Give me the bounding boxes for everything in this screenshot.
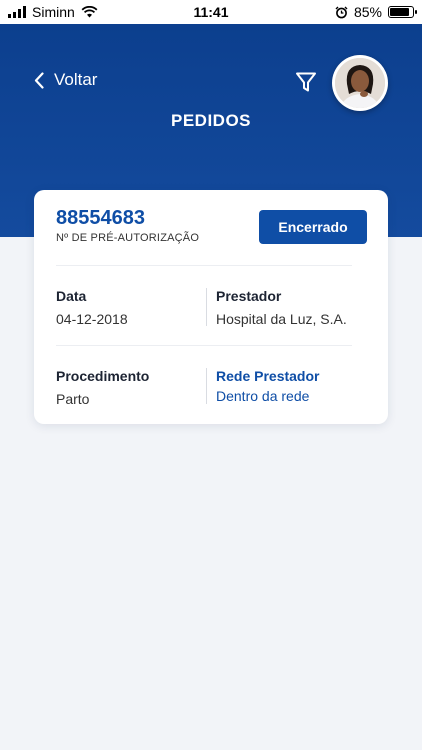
status-button[interactable]: Encerrado: [259, 210, 367, 244]
procedure-label: Procedimento: [56, 368, 150, 384]
date-label: Data: [56, 288, 87, 304]
order-card[interactable]: 88554683 Nº DE PRÉ-AUTORIZAÇÃO Encerrado…: [34, 190, 388, 424]
filter-icon: [296, 72, 316, 92]
filter-button[interactable]: [294, 70, 318, 99]
divider: [56, 345, 352, 346]
order-number: 88554683: [56, 207, 145, 229]
procedure-field: Procedimento Parto: [56, 368, 149, 407]
column-separator: [206, 368, 207, 404]
provider-label: Prestador: [216, 288, 282, 304]
network-field[interactable]: Rede Prestador Dentro da rede: [216, 368, 319, 404]
status-bar: Siminn 11:41 85%: [0, 0, 422, 24]
network-label: Rede Prestador: [216, 368, 320, 384]
date-value: 04-12-2018: [56, 311, 128, 327]
date-field: Data 04-12-2018: [56, 288, 128, 327]
alarm-icon: [335, 6, 348, 18]
battery-percent: 85%: [353, 4, 382, 20]
provider-field: Prestador Hospital da Luz, S.A.: [216, 288, 347, 327]
column-separator: [206, 288, 207, 326]
provider-value: Hospital da Luz, S.A.: [216, 311, 347, 327]
avatar[interactable]: [332, 55, 388, 111]
status-right: 85%: [335, 4, 417, 20]
back-button[interactable]: Voltar: [34, 70, 97, 90]
back-chevron-icon: [34, 71, 44, 89]
procedure-value: Parto: [56, 391, 90, 407]
order-caption: Nº DE PRÉ-AUTORIZAÇÃO: [56, 232, 200, 244]
back-label: Voltar: [54, 70, 98, 89]
avatar-photo: [335, 58, 385, 108]
divider: [56, 265, 352, 266]
page-title: PEDIDOS: [170, 111, 252, 130]
battery-icon: [388, 6, 417, 18]
network-value[interactable]: Dentro da rede: [216, 388, 319, 404]
